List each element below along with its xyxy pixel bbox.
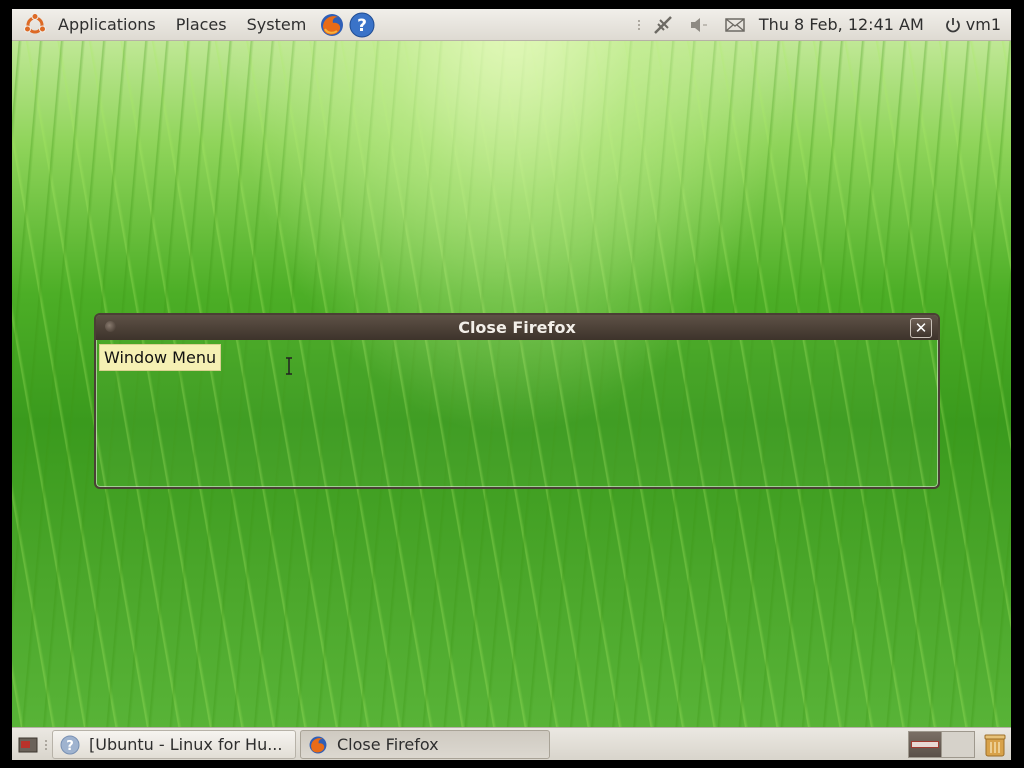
close-firefox-window: Close Firefox ✕ Window Menu (94, 313, 940, 489)
svg-text:?: ? (357, 16, 367, 36)
trash-icon[interactable] (981, 731, 1009, 759)
close-button[interactable]: ✕ (910, 318, 932, 338)
firefox-icon (307, 734, 329, 756)
top-panel: Applications Places System ? Thu 8 Feb, … (12, 9, 1011, 41)
task-ubuntu-help[interactable]: ? [Ubuntu - Linux for Hu... (52, 730, 296, 759)
menu-places[interactable]: Places (166, 9, 237, 40)
desktop: Applications Places System ? Thu 8 Feb, … (12, 9, 1011, 760)
volume-icon[interactable] (688, 14, 710, 36)
text-cursor-icon (286, 357, 292, 375)
window-menu-button[interactable] (105, 321, 116, 332)
window-titlebar[interactable]: Close Firefox ✕ (96, 315, 938, 340)
window-menu-tooltip: Window Menu (99, 344, 222, 371)
taskbar-handle (43, 735, 49, 755)
workspace-switcher[interactable] (908, 731, 975, 758)
help-icon: ? (59, 734, 81, 756)
svg-text:?: ? (66, 739, 74, 754)
network-icon[interactable] (652, 14, 674, 36)
show-desktop-icon[interactable] (16, 733, 40, 757)
user-menu[interactable]: vm1 (934, 15, 1011, 34)
task-close-firefox[interactable]: Close Firefox (300, 730, 550, 759)
help-icon[interactable]: ? (348, 11, 376, 39)
menu-applications[interactable]: Applications (48, 9, 166, 40)
window-title: Close Firefox (458, 318, 576, 337)
tray-handle (636, 15, 642, 35)
user-name: vm1 (965, 15, 1001, 34)
clock[interactable]: Thu 8 Feb, 12:41 AM (753, 15, 934, 34)
ubuntu-logo-icon[interactable] (22, 12, 48, 38)
menu-system[interactable]: System (237, 9, 317, 40)
mail-icon[interactable] (724, 14, 746, 36)
power-icon (945, 17, 960, 32)
task-label: Close Firefox (337, 735, 439, 754)
bottom-panel: ? [Ubuntu - Linux for Hu... Close Firefo… (12, 727, 1011, 760)
workspace-1[interactable] (908, 731, 942, 758)
firefox-icon[interactable] (318, 11, 346, 39)
workspace-2[interactable] (942, 731, 975, 758)
system-tray: Thu 8 Feb, 12:41 AM vm1 (633, 9, 1011, 40)
task-label: [Ubuntu - Linux for Hu... (89, 735, 283, 754)
